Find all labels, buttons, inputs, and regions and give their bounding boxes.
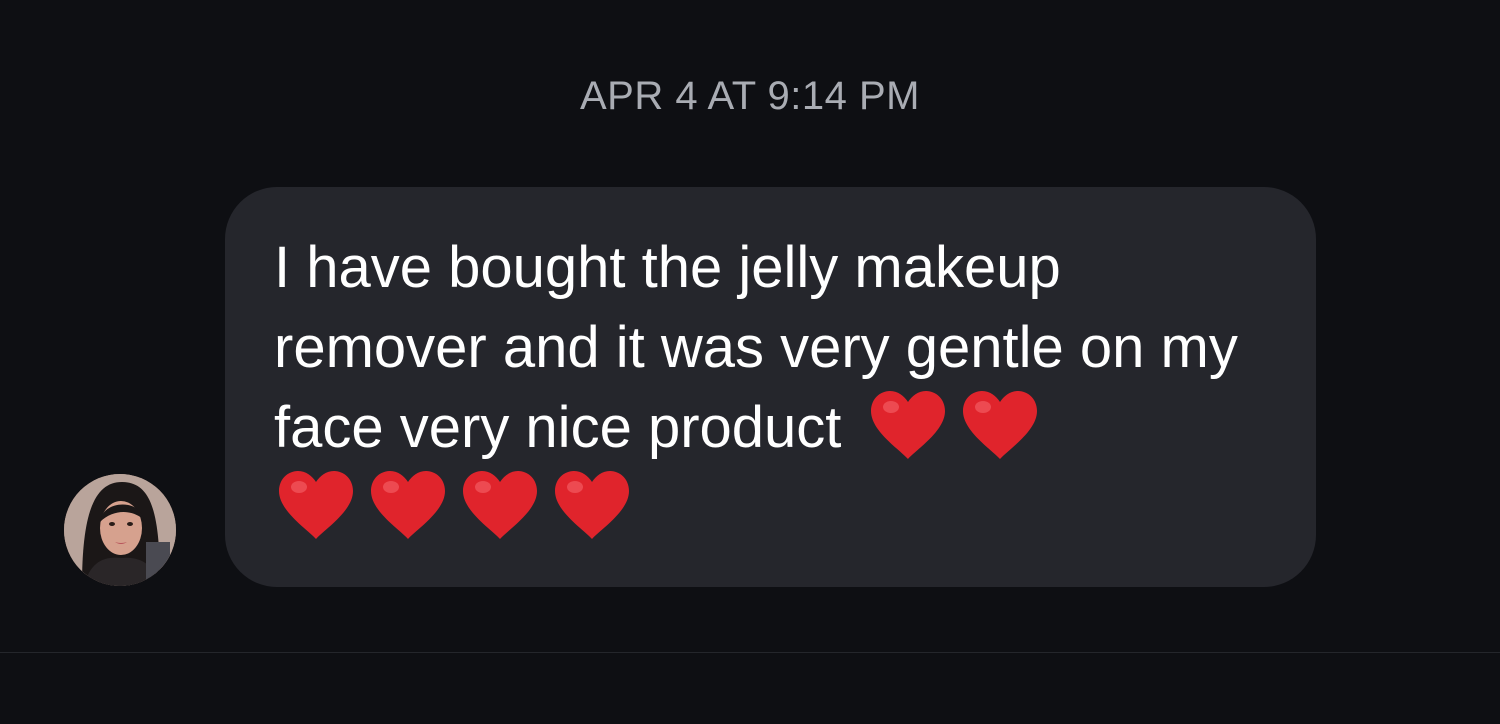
emoji-row (277, 469, 645, 545)
heart-emoji-icon (277, 469, 355, 541)
heart-emoji-icon (961, 389, 1039, 461)
message-body: I have bought the jelly makeup remover a… (274, 228, 1284, 468)
avatar-photo-icon (64, 474, 176, 586)
chat-thread: APR 4 AT 9:14 PM I have bought the jelly… (0, 0, 1500, 652)
heart-emoji-icon (369, 469, 447, 541)
sender-avatar[interactable] (64, 474, 176, 586)
heart-emoji-icon (553, 469, 631, 541)
heart-emoji-icon (869, 389, 947, 461)
message-timestamp: APR 4 AT 9:14 PM (579, 74, 920, 118)
message-text: I have bought the jelly makeup remover a… (274, 235, 1238, 460)
heart-emoji-icon (461, 469, 539, 541)
composer-area (0, 653, 1500, 724)
